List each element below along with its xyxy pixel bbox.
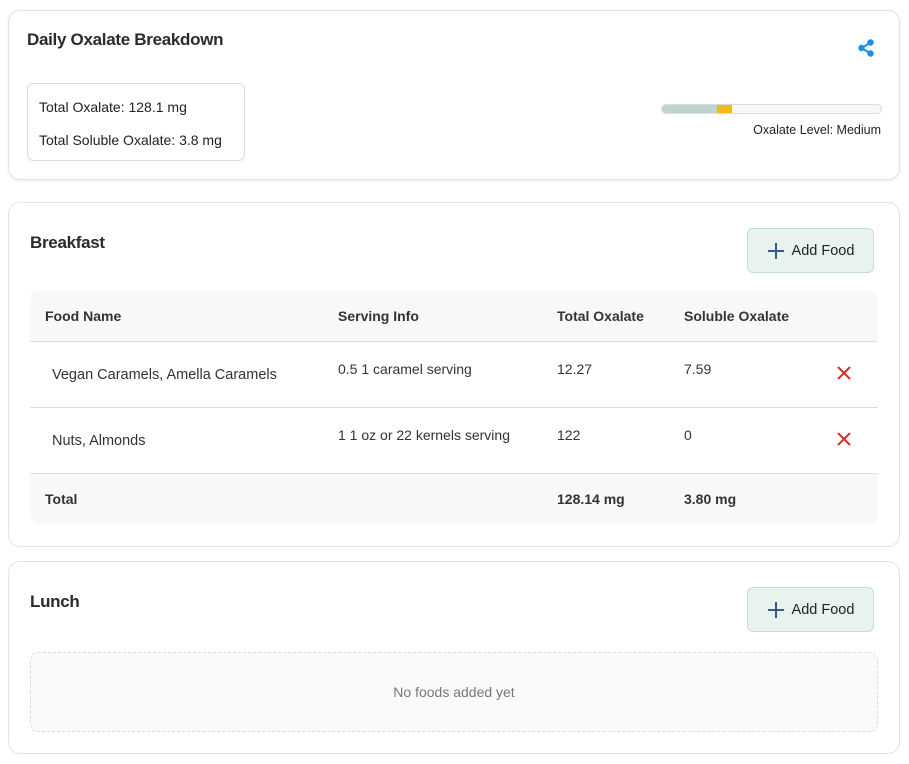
table-row: Nuts, Almonds 1 1 oz or 22 kernels servi… <box>30 408 878 474</box>
total-oxalate-sum: 128.14 mg <box>557 491 625 507</box>
empty-state: No foods added yet <box>30 652 878 732</box>
breakfast-add-food-button[interactable]: Add Food <box>747 228 874 273</box>
column-header-total-oxalate: Total Oxalate <box>557 308 644 324</box>
total-label: Total <box>45 491 78 507</box>
oxalate-level-label: Oxalate Level: Medium <box>753 123 881 137</box>
column-header-soluble-oxalate: Soluble Oxalate <box>684 308 790 324</box>
add-food-label: Add Food <box>791 242 855 259</box>
level-fill-low <box>662 105 717 113</box>
totals-box: Total Oxalate: 128.1 mg Total Soluble Ox… <box>27 83 245 161</box>
add-food-label: Add Food <box>791 601 855 618</box>
lunch-card: Lunch Add Food No foods added yet <box>8 561 900 754</box>
plus-icon <box>767 242 785 260</box>
delete-food-button[interactable] <box>835 430 853 448</box>
lunch-add-food-button[interactable]: Add Food <box>747 587 874 632</box>
soluble-oxalate-sum: 3.80 mg <box>684 491 737 507</box>
total-soluble-oxalate: Total Soluble Oxalate: 3.8 mg <box>39 132 222 148</box>
serving-info: 1 1 oz or 22 kernels serving <box>338 427 510 443</box>
close-icon <box>837 432 851 446</box>
oxalate-level-bar <box>661 104 882 114</box>
delete-food-button[interactable] <box>835 364 853 382</box>
food-name: Vegan Caramels, Amella Caramels <box>52 367 277 383</box>
page-title: Daily Oxalate Breakdown <box>27 30 224 49</box>
level-fill-medium <box>716 105 733 113</box>
soluble-oxalate-value: 7.59 <box>684 361 712 377</box>
soluble-oxalate-value: 0 <box>684 427 692 443</box>
total-oxalate-value: 12.27 <box>557 361 593 377</box>
share-button[interactable] <box>855 37 877 59</box>
breakfast-food-table: Food Name Serving Info Total Oxalate Sol… <box>30 291 878 524</box>
table-footer: Total 128.14 mg 3.80 mg <box>30 474 878 524</box>
table-header: Food Name Serving Info Total Oxalate Sol… <box>30 291 878 342</box>
breakfast-card: Breakfast Add Food Food Name Serving Inf… <box>8 202 900 547</box>
column-header-serving-info: Serving Info <box>338 308 419 324</box>
total-oxalate-value: 122 <box>557 427 581 443</box>
share-icon <box>858 39 874 57</box>
close-icon <box>837 366 851 380</box>
lunch-title: Lunch <box>30 592 80 611</box>
table-row: Vegan Caramels, Amella Caramels 0.5 1 ca… <box>30 342 878 408</box>
breakfast-title: Breakfast <box>30 233 105 252</box>
column-header-food-name: Food Name <box>45 308 122 324</box>
serving-info: 0.5 1 caramel serving <box>338 361 472 377</box>
plus-icon <box>767 601 785 619</box>
summary-card: Daily Oxalate Breakdown Total Oxalate: 1… <box>8 10 900 180</box>
food-name: Nuts, Almonds <box>52 433 146 449</box>
total-oxalate: Total Oxalate: 128.1 mg <box>39 99 187 115</box>
